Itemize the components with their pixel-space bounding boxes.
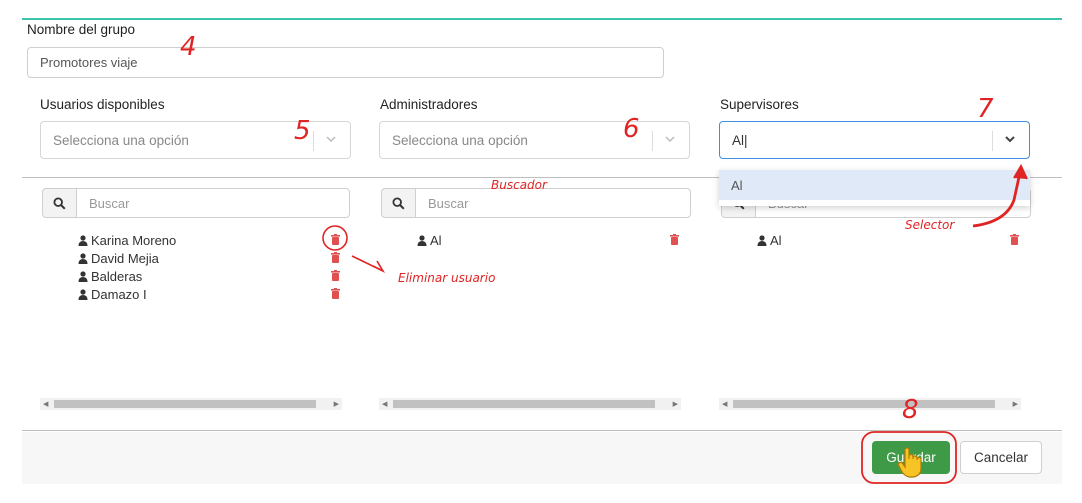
- annotation-number: 5: [294, 116, 311, 146]
- annotation-number: 7: [977, 94, 994, 124]
- annotation-overlay: [322, 163, 1028, 484]
- annotation-arrowhead: [1013, 163, 1028, 180]
- annotation-arrowhead: [372, 260, 386, 273]
- annotation-text: Buscador: [491, 178, 547, 192]
- annotation-text: Eliminar usuario: [398, 271, 496, 285]
- annotation-number: 4: [180, 32, 197, 62]
- annotation-circle: [322, 225, 348, 251]
- annotation-text: Selector: [905, 218, 955, 232]
- annotation-number: 6: [623, 114, 640, 144]
- annotation-number: 8: [902, 395, 919, 425]
- annotation-box: [861, 431, 957, 484]
